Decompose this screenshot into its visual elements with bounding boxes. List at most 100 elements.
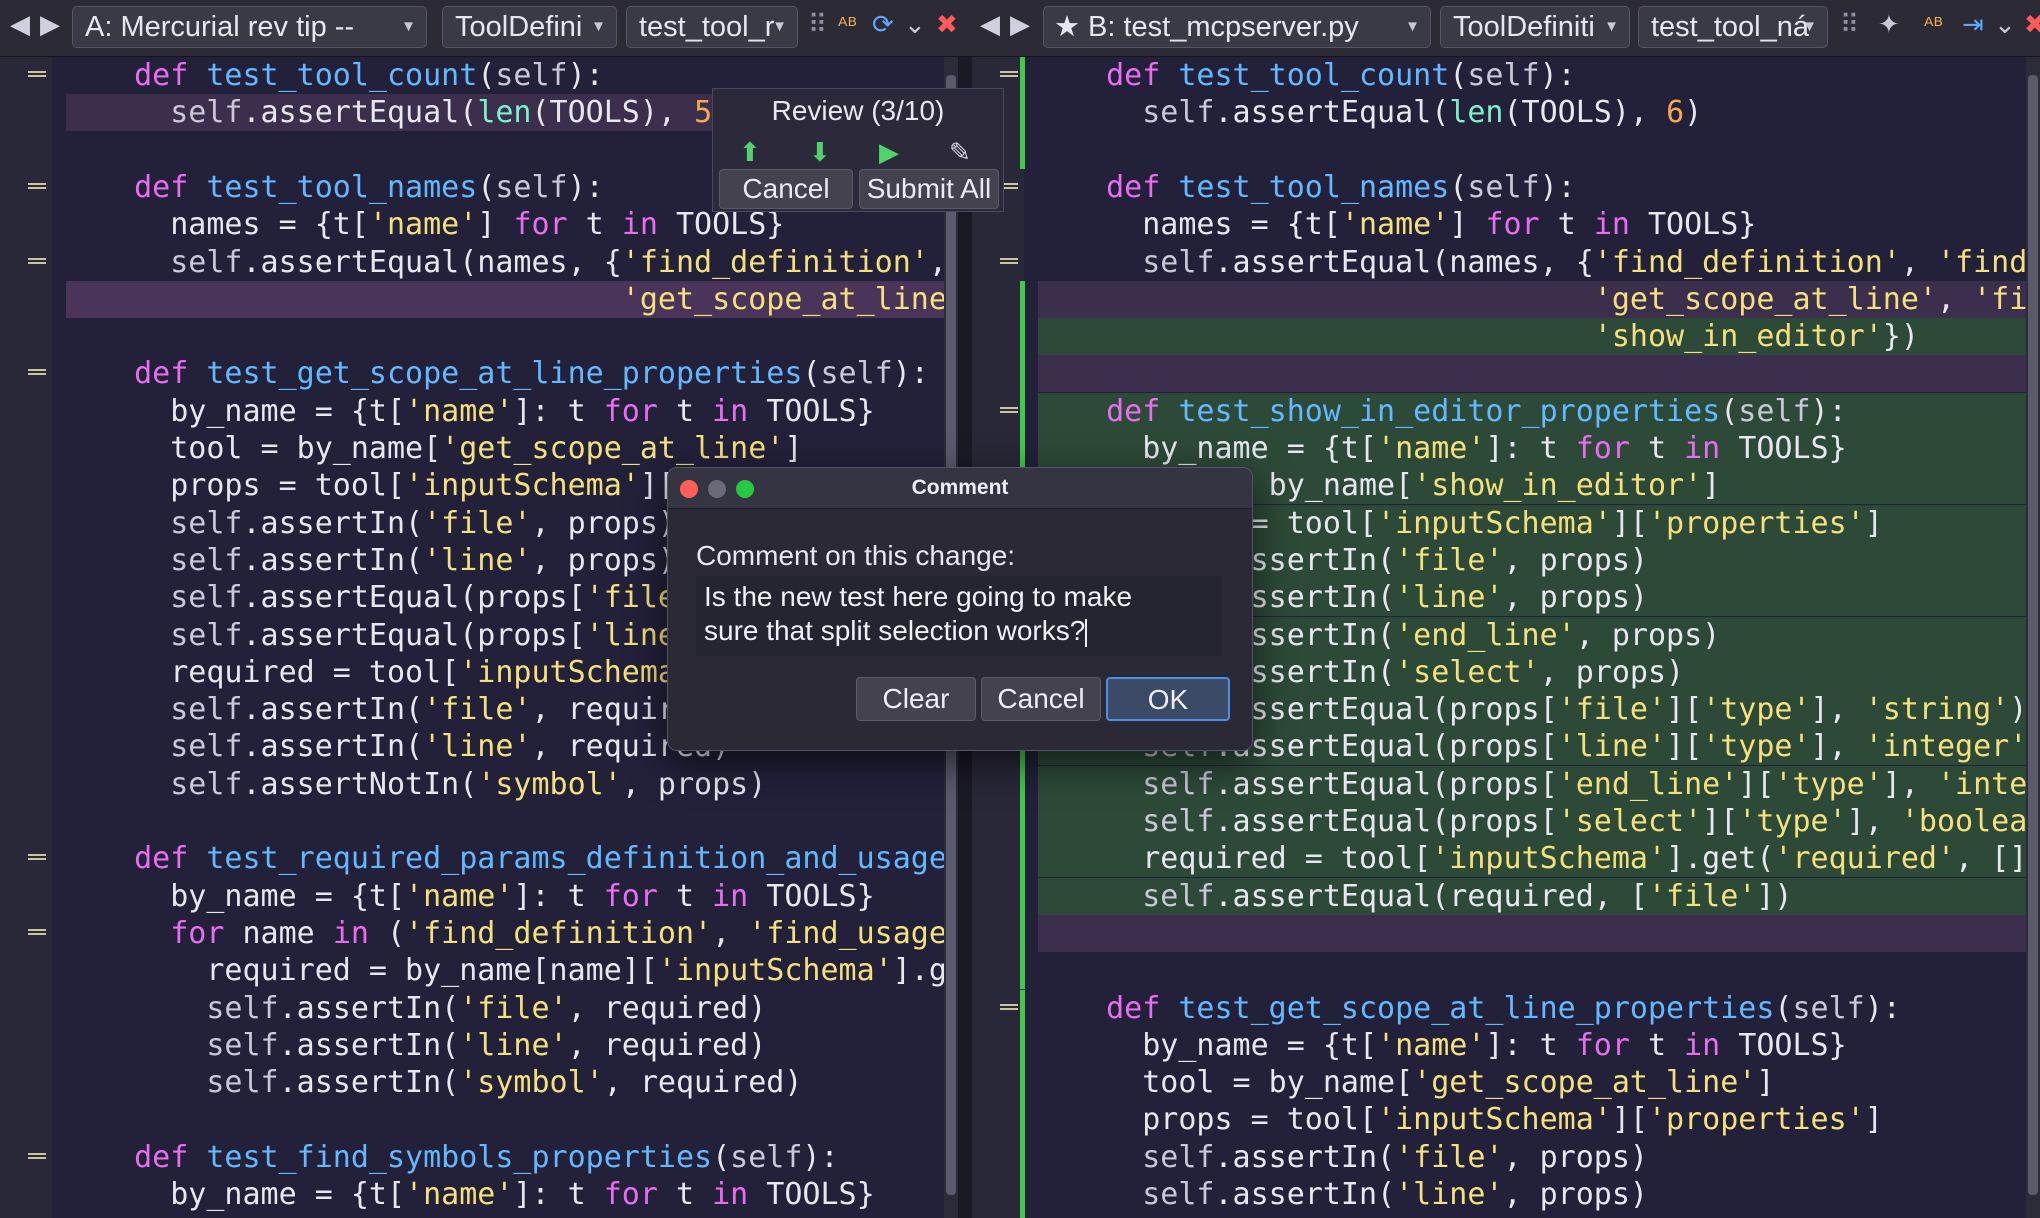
close-icon[interactable]: ✖: [936, 10, 958, 40]
code-line[interactable]: 'get_scope_at_line', 'f: [66, 280, 958, 318]
code-line[interactable]: self.assertIn('symbol', required): [66, 1064, 802, 1101]
code-line[interactable]: 'get_scope_at_line', 'find_sym: [1038, 280, 2040, 318]
collapse-icon[interactable]: ⌄: [904, 10, 926, 40]
collapse-icon[interactable]: ⌄: [1994, 10, 2016, 40]
fold-marker-icon[interactable]: [28, 71, 46, 77]
code-line[interactable]: [1038, 132, 1070, 169]
code-line[interactable]: [1038, 952, 1070, 989]
code-line[interactable]: self.assertEqual(len(TOOLS), 6): [1038, 94, 1702, 131]
grip-icon[interactable]: ⠿: [1840, 10, 1859, 40]
code-line[interactable]: def test_tool_names(self):: [1038, 169, 1576, 206]
left-file-combo[interactable]: A: Mercurial rev tip -- ▼: [72, 6, 427, 48]
code-line[interactable]: by_name = {t['name']: t for t in TOOLS}: [66, 878, 874, 915]
spell-check-icon[interactable]: ᴬᴮ: [1924, 14, 1943, 39]
close-icon[interactable]: ✖: [2024, 10, 2040, 40]
code-line[interactable]: [1038, 355, 2040, 393]
code-line[interactable]: tool = by_name['get_scope_at_line']: [1038, 1064, 1774, 1101]
code-line[interactable]: by_name = {t['name']: t for t in TOOLS}: [1038, 430, 2040, 467]
forward-arrow-icon[interactable]: ▶: [1010, 10, 1030, 40]
code-line[interactable]: self.assertEqual(required, ['file']): [1038, 877, 2040, 915]
code-line[interactable]: [1038, 914, 2040, 952]
fold-marker-icon[interactable]: [1000, 71, 1018, 77]
fold-marker-icon[interactable]: [1000, 406, 1018, 413]
cancel-button[interactable]: Cancel: [981, 677, 1101, 721]
code-line[interactable]: self.assertIn('line', required): [66, 728, 730, 765]
right-scroll-thumb[interactable]: [2028, 75, 2038, 1195]
code-line[interactable]: def test_show_in_editor_properties(self)…: [1038, 392, 2040, 430]
sync-icon[interactable]: ⟳: [872, 10, 894, 40]
code-line[interactable]: def test_tool_names(self):: [66, 169, 604, 206]
forward-arrow-icon[interactable]: ▶: [40, 10, 60, 40]
code-line[interactable]: required = tool['inputSchema'].get('requ…: [1038, 840, 2040, 878]
code-line[interactable]: self.assertIn('line', props): [1038, 1176, 1648, 1213]
code-line[interactable]: self.assertIn('line', props): [66, 542, 676, 579]
fold-marker-icon[interactable]: [28, 257, 46, 264]
ok-button[interactable]: OK: [1106, 677, 1230, 721]
back-arrow-icon[interactable]: ◀: [10, 10, 30, 40]
review-cancel-button[interactable]: Cancel: [719, 169, 853, 209]
dialog-titlebar[interactable]: Comment: [668, 468, 1252, 509]
right-class-combo[interactable]: ToolDefiniti ▼: [1440, 6, 1630, 48]
code-line[interactable]: self.assertEqual(props['line'][': [66, 617, 748, 654]
submit-all-button[interactable]: Submit All: [859, 169, 999, 209]
code-line[interactable]: self.assertIn('file', props): [66, 505, 676, 542]
code-line[interactable]: self.assertIn('line', required): [66, 1027, 766, 1064]
code-line[interactable]: self.assertEqual(names, {'find_definitio…: [66, 244, 958, 281]
code-line[interactable]: names = {t['name'] for t in TOOLS}: [66, 206, 784, 243]
code-line[interactable]: self.assertEqual(props['file'][': [66, 579, 748, 616]
code-line[interactable]: self.assertEqual(props['end_line']['type…: [1038, 765, 2040, 803]
fold-marker-icon[interactable]: [28, 854, 46, 861]
code-line[interactable]: names = {t['name'] for t in TOOLS}: [1038, 206, 1756, 243]
fold-marker-icon[interactable]: [28, 182, 46, 189]
text-caret: [1085, 618, 1088, 647]
right-file-combo[interactable]: ★ B: test_mcpserver.py ▼: [1043, 6, 1431, 48]
fold-marker-icon[interactable]: [28, 369, 46, 376]
comment-textarea[interactable]: Is the new test here going to make sure …: [696, 576, 1222, 656]
code-line[interactable]: def test_tool_count(self):: [1038, 57, 1576, 94]
play-icon[interactable]: ▶: [879, 137, 899, 168]
fold-marker-icon[interactable]: [28, 1152, 46, 1159]
code-line[interactable]: required = by_name[name]['inputSchema'].…: [66, 952, 958, 989]
right-scrollbar[interactable]: [2026, 57, 2040, 1218]
code-line[interactable]: def test_required_params_definition_and_…: [66, 840, 958, 877]
code-line[interactable]: def test_find_symbols_properties(self):: [66, 1139, 838, 1176]
code-line[interactable]: self.assertEqual(props['select']['type']…: [1038, 803, 2040, 840]
fold-marker-icon[interactable]: [1000, 1003, 1018, 1010]
fold-marker-icon[interactable]: [1000, 257, 1018, 264]
code-line[interactable]: [66, 803, 98, 840]
grip-icon[interactable]: ⠿: [808, 10, 827, 40]
code-line[interactable]: [66, 318, 98, 355]
right-method-combo[interactable]: test_tool_ná ▼: [1638, 6, 1828, 48]
spell-check-icon[interactable]: ᴬᴮ: [838, 14, 857, 39]
code-line[interactable]: props = tool['inputSchema']['properties'…: [1038, 1101, 1883, 1138]
code-line[interactable]: def test_get_scope_at_line_properties(se…: [66, 355, 929, 392]
code-line[interactable]: tool = by_name['get_scope_at_line']: [66, 430, 802, 467]
code-line[interactable]: by_name = {t['name']: t for t in TOOLS}: [1038, 1027, 1846, 1064]
merge-icon[interactable]: ⇥: [1962, 10, 1984, 40]
previous-change-icon[interactable]: ⬆: [739, 137, 761, 168]
pencil-icon[interactable]: ✎: [949, 137, 971, 168]
code-line[interactable]: def test_get_scope_at_line_properties(se…: [1038, 990, 1901, 1027]
code-line[interactable]: by_name = {t['name']: t for t in TOOLS}: [66, 393, 874, 430]
next-change-icon[interactable]: ⬇: [809, 137, 831, 168]
code-line[interactable]: [66, 132, 98, 169]
code-line[interactable]: required = tool['inputSchema'].g: [66, 654, 748, 691]
code-line[interactable]: def test_tool_count(self):: [66, 57, 604, 94]
code-line[interactable]: self.assertNotIn('symbol', props): [66, 766, 766, 803]
code-line[interactable]: props = tool['inputSchema']['pro: [66, 467, 748, 504]
left-method-combo[interactable]: test_tool_r ▼: [626, 6, 798, 48]
clear-button[interactable]: Clear: [856, 677, 976, 721]
code-line[interactable]: self.assertIn('file', props): [1038, 1139, 1648, 1176]
left-class-combo[interactable]: ToolDefini ▼: [442, 6, 617, 48]
fold-marker-icon[interactable]: [28, 928, 46, 935]
back-arrow-icon[interactable]: ◀: [980, 10, 1000, 40]
sparkle-icon[interactable]: ✦: [1878, 10, 1900, 40]
code-line[interactable]: by_name = {t['name']: t for t in TOOLS}: [66, 1176, 874, 1213]
code-line[interactable]: self.assertEqual(names, {'find_definitio…: [1038, 244, 2040, 281]
code-line[interactable]: 'show_in_editor'}): [1038, 318, 2040, 356]
code-line[interactable]: self.assertIn('file', required): [66, 990, 766, 1027]
code-line[interactable]: for name in ('find_definition', 'find_us…: [66, 915, 958, 952]
code-line[interactable]: self.assertIn('file', required): [66, 691, 730, 728]
code-line[interactable]: [66, 1101, 98, 1138]
code-line[interactable]: self.assertEqual(props['file']['type'], …: [1038, 1213, 2027, 1218]
